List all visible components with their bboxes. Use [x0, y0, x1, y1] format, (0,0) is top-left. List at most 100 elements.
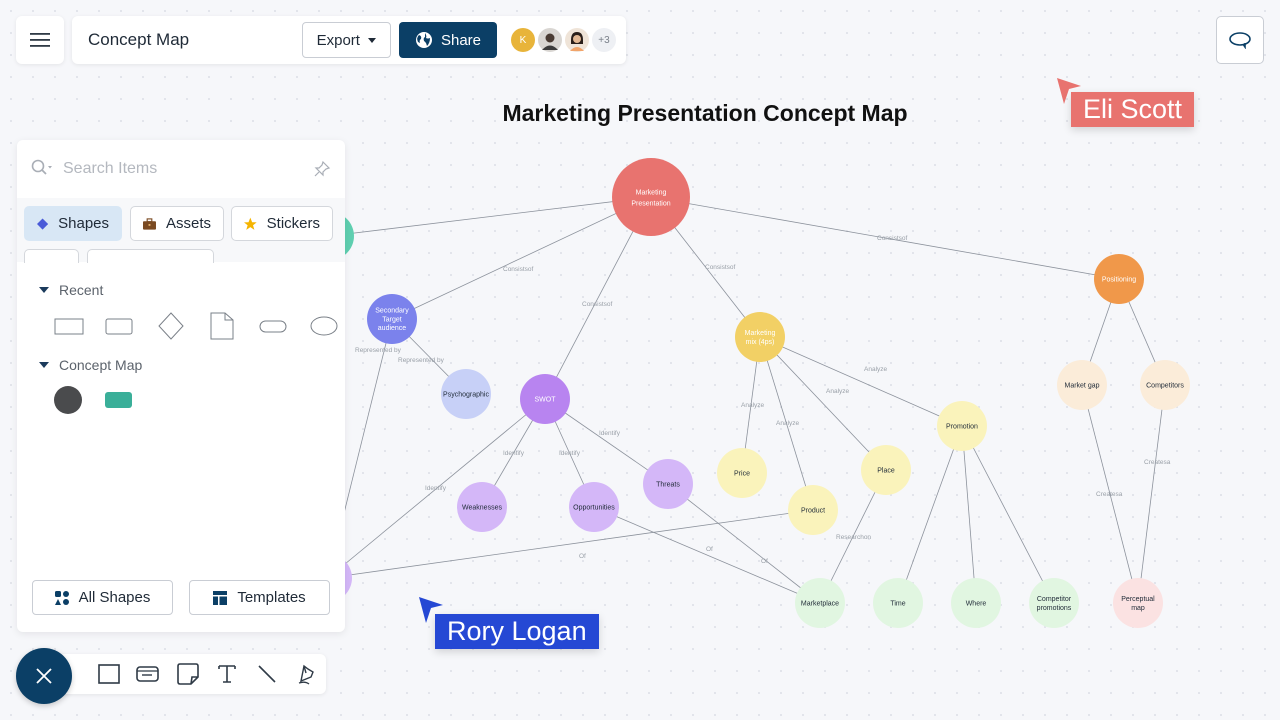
document-title[interactable]: Concept Map — [88, 30, 302, 50]
comments-button[interactable] — [1216, 16, 1264, 64]
node-swot[interactable]: SWOT — [520, 374, 570, 424]
edge-label[interactable]: Analyze — [776, 420, 800, 427]
node-price[interactable]: Price — [717, 448, 767, 498]
edge-label[interactable]: Consistsof — [503, 266, 534, 273]
tab-shapes[interactable]: Shapes — [24, 206, 122, 241]
edge-label[interactable]: Of — [579, 553, 586, 560]
rectangle-tool[interactable] — [89, 654, 129, 694]
node-perceptual[interactable]: Perceptual map — [1113, 578, 1163, 628]
search-input[interactable] — [63, 160, 313, 178]
avatar[interactable] — [538, 28, 562, 52]
nodes-layer: Marketing Presentation Secondary Target audi… — [304, 158, 1190, 628]
node-psycho[interactable]: Psychographic — [441, 369, 491, 419]
edge-label[interactable]: Createsa — [1096, 491, 1123, 498]
shape-terminator[interactable] — [247, 311, 298, 341]
node-competitors[interactable]: Competitors — [1140, 360, 1190, 410]
edge-label[interactable]: Represented by — [398, 357, 445, 364]
edge-label[interactable]: Of — [761, 558, 768, 565]
avatar[interactable]: K — [511, 28, 535, 52]
node-secondary[interactable]: Secondary Target audience — [367, 294, 417, 344]
node-label: Marketing mix (4ps) — [745, 330, 776, 346]
node-label: Marketplace — [801, 600, 839, 607]
top-bar: Concept Map Export Share K +3 — [72, 16, 626, 64]
text-tool[interactable] — [208, 654, 248, 694]
hidden-tab[interactable] — [24, 249, 79, 263]
search-icon[interactable] — [31, 159, 53, 179]
node-threats[interactable]: Threats — [643, 459, 693, 509]
edge-competitors-perceptual[interactable] — [1137, 384, 1166, 604]
edge-promotion-time[interactable] — [897, 425, 963, 604]
node-label: Product — [801, 507, 825, 514]
edge-mix-promotion[interactable] — [759, 336, 963, 427]
node-time[interactable]: Time — [873, 578, 923, 628]
pin-icon[interactable] — [313, 160, 331, 178]
edge-label[interactable]: Consistsof — [705, 264, 736, 271]
line-tool[interactable] — [247, 654, 287, 694]
edge-label[interactable]: Consistsof — [582, 301, 613, 308]
section-concept-map-header[interactable]: Concept Map — [39, 357, 142, 373]
globe-icon — [415, 32, 432, 48]
card-tool[interactable] — [129, 654, 169, 694]
close-toolbar-button[interactable] — [16, 648, 72, 704]
node-place[interactable]: Place — [861, 445, 911, 495]
edge-label[interactable]: Of — [706, 546, 713, 553]
share-button[interactable]: Share — [398, 22, 497, 58]
export-button[interactable]: Export — [301, 22, 391, 58]
edge-label[interactable]: Consistsof — [877, 235, 908, 242]
shape-rectangle[interactable] — [43, 311, 94, 341]
shape-dark-circle[interactable] — [43, 385, 94, 415]
node-root[interactable]: Marketing Presentation — [612, 158, 690, 236]
node-opp[interactable]: Opportunities — [569, 482, 619, 532]
tab-assets[interactable]: Assets — [130, 206, 224, 241]
shape-rounded-rectangle[interactable] — [94, 311, 145, 341]
node-where[interactable]: Where — [951, 578, 1001, 628]
share-label: Share — [440, 31, 481, 49]
node-label: Market gap — [1064, 382, 1099, 389]
person-avatar-icon — [538, 28, 562, 52]
avatar[interactable] — [565, 28, 589, 52]
edge-promotion-where[interactable] — [961, 425, 977, 604]
node-label: Opportunities — [573, 504, 615, 511]
shape-document[interactable] — [196, 311, 247, 341]
edge-promotion-comp-promo[interactable] — [961, 425, 1055, 604]
button-label: Templates — [237, 589, 306, 606]
all-shapes-button[interactable]: All Shapes — [32, 580, 173, 615]
edge-label[interactable]: Analyze — [826, 388, 850, 395]
edge-mix-place[interactable] — [759, 336, 887, 471]
node-gap[interactable]: Market gap — [1057, 360, 1107, 410]
pen-tool[interactable] — [287, 654, 327, 694]
edge-label[interactable]: Identify — [559, 450, 581, 457]
node-mix[interactable]: Marketing mix (4ps) — [735, 312, 785, 362]
tab-stickers[interactable]: Stickers — [231, 206, 333, 241]
edge-label[interactable]: Analyze — [864, 366, 888, 373]
edge-label[interactable]: Identify — [599, 430, 621, 437]
node-promotion[interactable]: Promotion — [937, 401, 987, 451]
menu-button[interactable] — [16, 16, 64, 64]
node-label: Price — [734, 470, 750, 477]
edge-label[interactable]: Identify — [503, 450, 525, 457]
edge-root-teal[interactable] — [329, 196, 652, 237]
collaborator-avatars[interactable]: K +3 — [511, 28, 616, 52]
more-collaborators-badge[interactable]: +3 — [592, 28, 616, 52]
node-product[interactable]: Product — [788, 485, 838, 535]
sticky-note-tool[interactable] — [168, 654, 208, 694]
edge-label[interactable]: Researchon — [836, 534, 871, 541]
node-positioning[interactable]: Positioning — [1094, 254, 1144, 304]
edge-label[interactable]: Represented by — [355, 347, 402, 354]
edge-label[interactable]: Analyze — [741, 402, 765, 409]
edge-opp-marketplace[interactable] — [593, 506, 821, 604]
shape-diamond[interactable] — [145, 311, 196, 341]
edge-left-purple-product[interactable] — [327, 509, 814, 579]
edge-label[interactable]: Createsa — [1144, 459, 1171, 466]
hidden-tab[interactable] — [87, 249, 214, 263]
shape-teal-rounded-rect[interactable] — [94, 385, 145, 415]
node-comp-promo[interactable]: Competitor promotions — [1029, 578, 1079, 628]
templates-button[interactable]: Templates — [189, 580, 330, 615]
section-recent-header[interactable]: Recent — [39, 282, 103, 298]
node-label: Where — [966, 600, 987, 607]
node-weak[interactable]: Weaknesses — [457, 482, 507, 532]
edge-label[interactable]: Identify — [425, 485, 447, 492]
node-circle[interactable] — [612, 158, 690, 236]
shape-ellipse[interactable] — [298, 311, 349, 341]
node-marketplace[interactable]: Marketplace — [795, 578, 845, 628]
